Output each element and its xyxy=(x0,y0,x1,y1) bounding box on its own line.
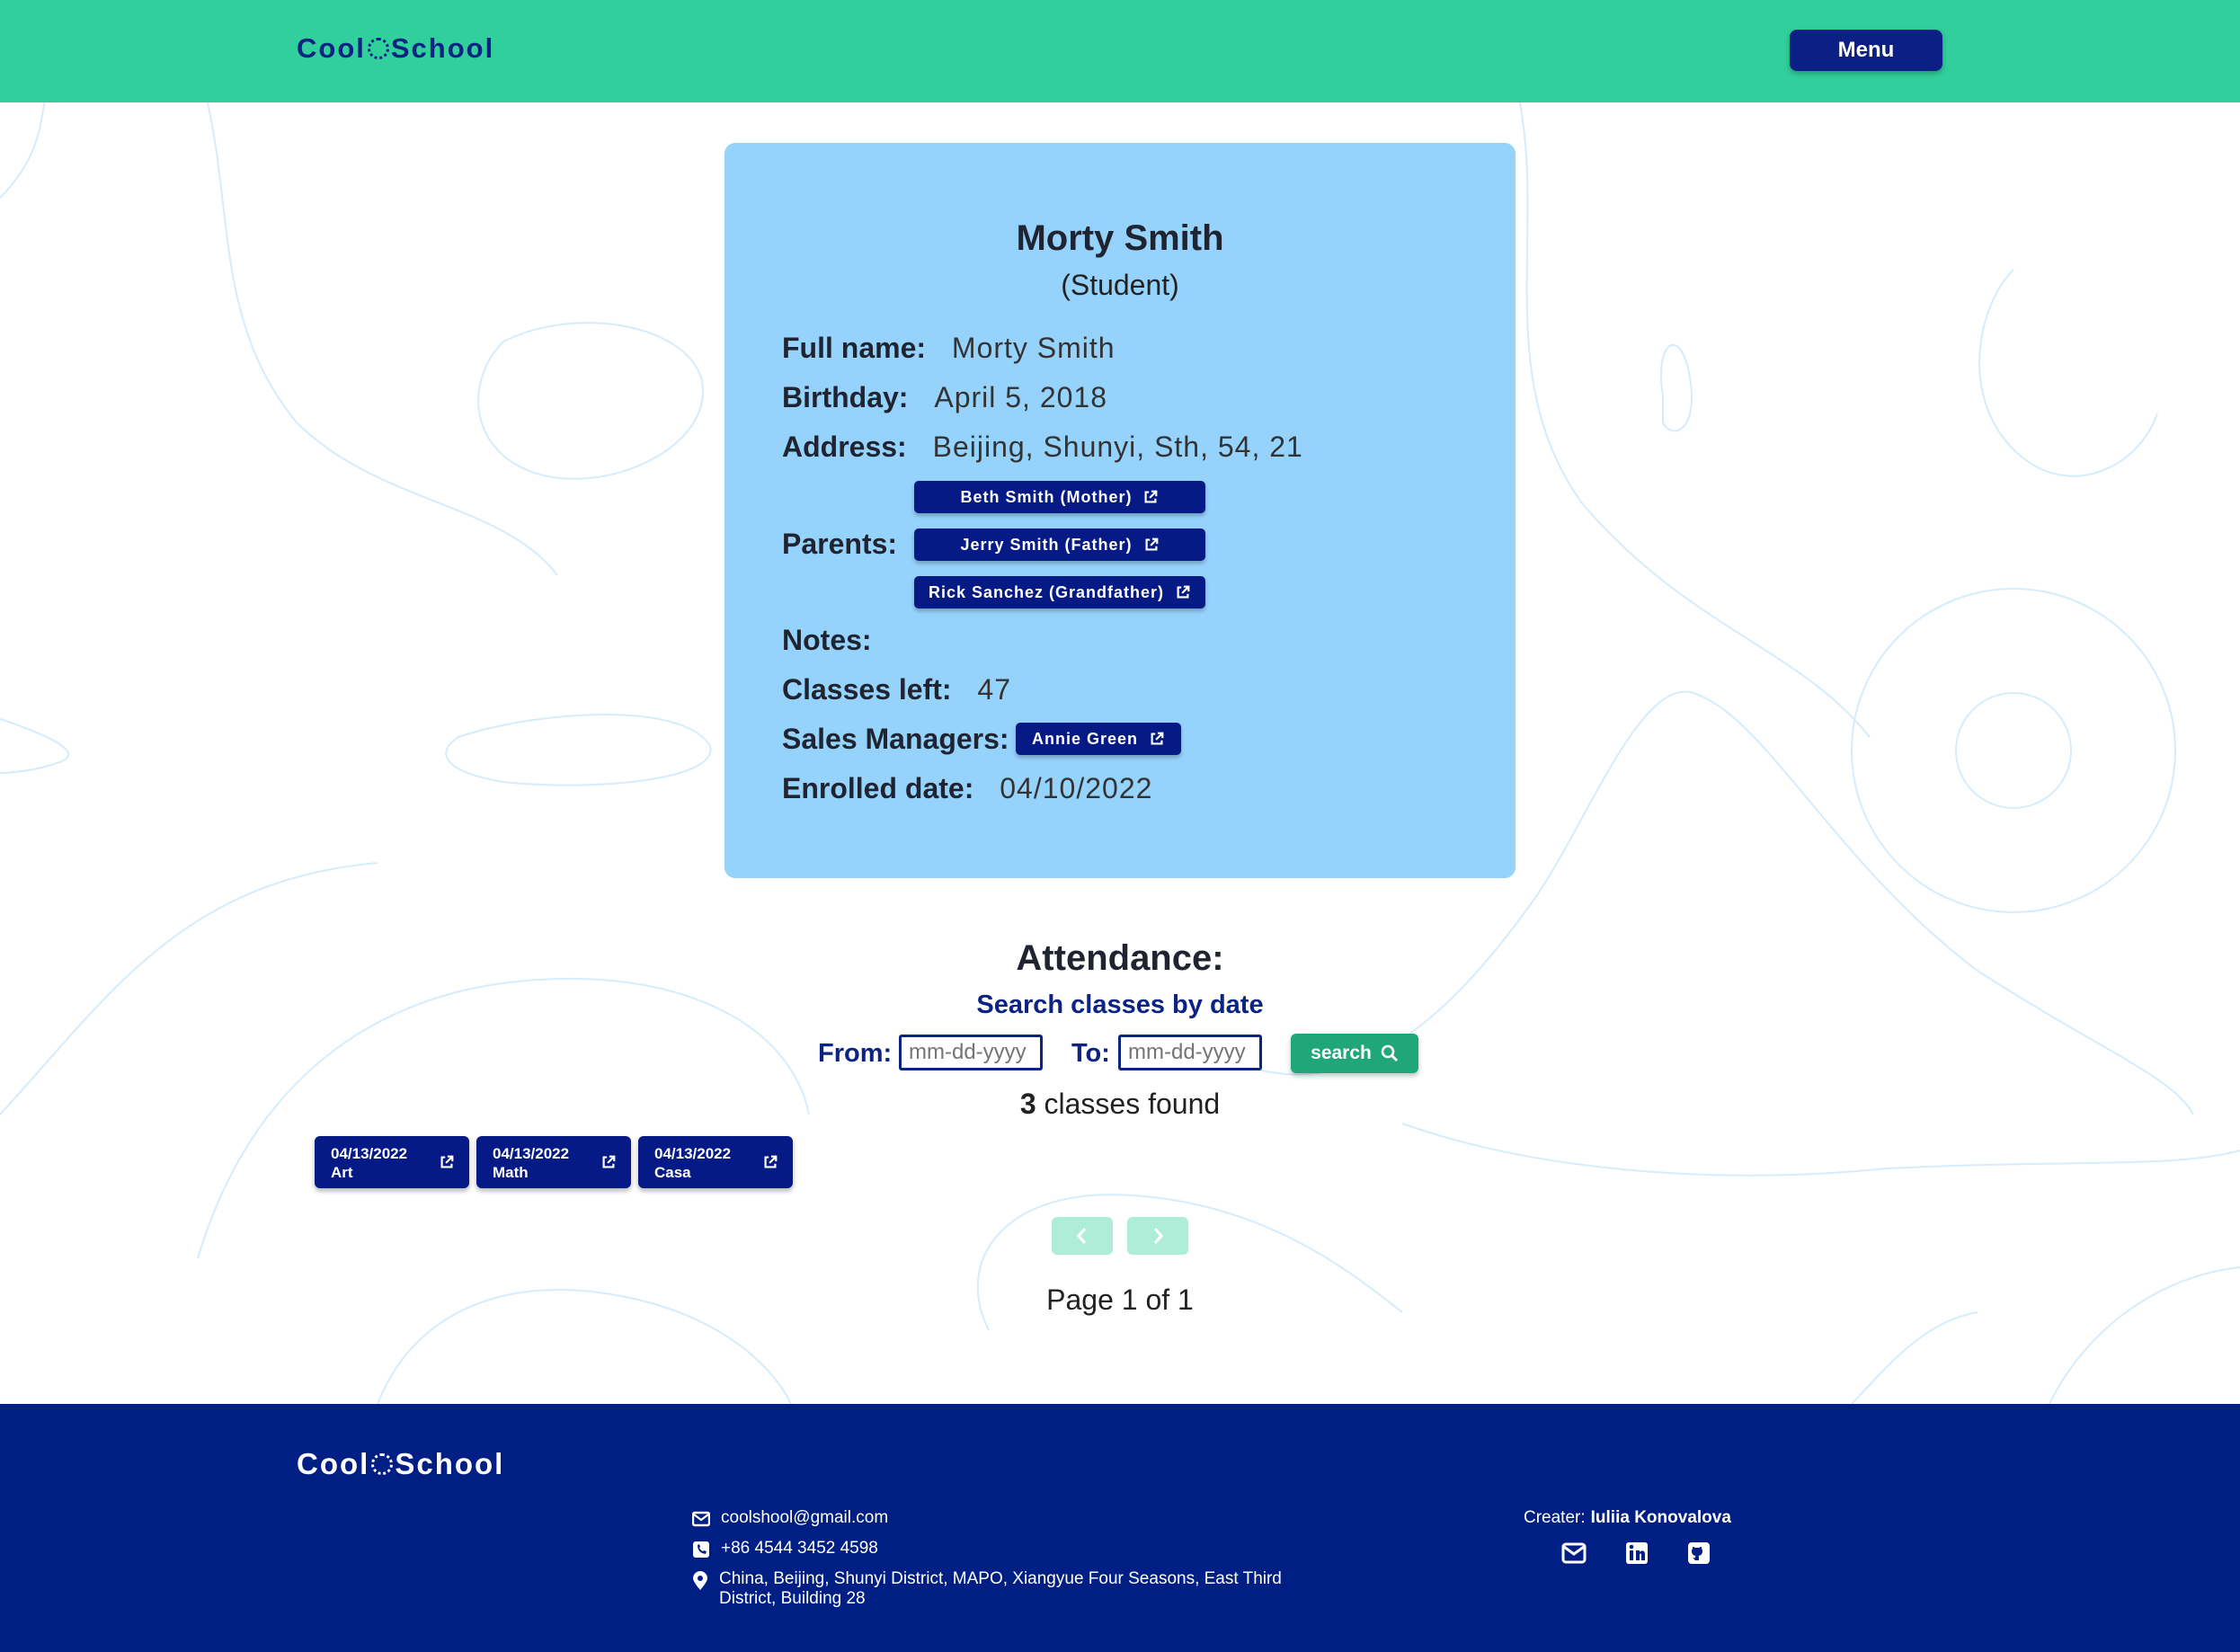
from-label: From: xyxy=(818,1039,893,1068)
external-link-icon xyxy=(764,1155,778,1168)
footer-address-line1: China, Beijing, Shunyi District, MAPO, X… xyxy=(719,1569,1282,1588)
creator-label: Creater: xyxy=(1524,1508,1586,1527)
envelope-icon[interactable] xyxy=(1561,1541,1587,1566)
site-footer: Cool School coolshool@gmail.com +86 4544… xyxy=(0,1404,2240,1652)
sales-managers-row: Sales Managers: xyxy=(782,723,1009,756)
enrolled-date-row: Enrolled date: 04/10/2022 xyxy=(782,772,1152,805)
class-subject: Art xyxy=(331,1164,353,1181)
logo-text-left: Cool xyxy=(297,1447,370,1480)
class-date: 04/13/2022 xyxy=(493,1145,570,1162)
footer-address-line2: District, Building 28 xyxy=(719,1589,866,1608)
notes-label: Notes: xyxy=(782,624,872,656)
map-pin-icon xyxy=(693,1571,707,1590)
next-page-button[interactable] xyxy=(1127,1217,1188,1255)
full-name-row: Full name: Morty Smith xyxy=(782,332,1116,365)
prev-page-button[interactable] xyxy=(1052,1217,1113,1255)
search-button-label: search xyxy=(1311,1043,1372,1063)
brand-logo[interactable]: Cool School xyxy=(297,32,494,65)
logo-text-left: Cool xyxy=(297,32,366,64)
logo-text-right: School xyxy=(390,32,495,64)
class-date: 04/13/2022 xyxy=(654,1145,732,1162)
footer-email[interactable]: coolshool@gmail.com xyxy=(692,1508,888,1528)
attendance-heading: Attendance: xyxy=(1016,938,1224,978)
from-date-input[interactable] xyxy=(899,1035,1043,1070)
parent-link-label: Beth Smith (Mother) xyxy=(960,487,1133,506)
external-link-icon xyxy=(1145,537,1158,551)
class-card-math[interactable]: 04/13/2022 Math xyxy=(476,1136,631,1188)
birthday-row: Birthday: April 5, 2018 xyxy=(782,381,1107,414)
classes-found-count: 3 xyxy=(1019,1088,1036,1120)
class-date: 04/13/2022 xyxy=(331,1145,408,1162)
notes-row: Notes: xyxy=(782,624,872,657)
profile-name-heading: Morty Smith xyxy=(1016,218,1224,258)
profile-role: (Student) xyxy=(1061,269,1179,301)
parent-link-father[interactable]: Jerry Smith (Father) xyxy=(914,528,1205,561)
enrolled-date-label: Enrolled date: xyxy=(782,772,974,804)
parent-link-mother[interactable]: Beth Smith (Mother) xyxy=(914,481,1205,513)
search-button[interactable]: search xyxy=(1291,1034,1418,1073)
top-navbar: Cool School Menu xyxy=(0,0,2240,102)
enrolled-date-value: 04/10/2022 xyxy=(1000,772,1153,804)
github-icon[interactable] xyxy=(1686,1541,1711,1566)
sales-manager-label: Annie Green xyxy=(1031,729,1139,748)
logo-ring-icon xyxy=(371,1453,394,1475)
parent-link-label: Jerry Smith (Father) xyxy=(960,535,1133,554)
sales-managers-label: Sales Managers: xyxy=(782,723,1009,755)
magnifier-icon xyxy=(1381,1044,1398,1062)
page-indicator: Page 1 of 1 xyxy=(1046,1283,1194,1316)
student-profile-card: Morty Smith (Student) Full name: Morty S… xyxy=(724,143,1516,878)
sales-manager-link[interactable]: Annie Green xyxy=(1016,723,1181,755)
address-row: Address: Beijing, Shunyi, Sth, 54, 21 xyxy=(782,431,1303,464)
creator-name: Iuliia Konovalova xyxy=(1590,1508,1731,1527)
footer-phone-text: +86 4544 3452 4598 xyxy=(721,1539,878,1558)
external-link-icon xyxy=(602,1155,616,1168)
footer-address: China, Beijing, Shunyi District, MAPO, X… xyxy=(692,1569,1282,1609)
to-date-input[interactable] xyxy=(1118,1035,1262,1070)
classes-left-value: 47 xyxy=(977,673,1012,706)
classes-found-text: 3 classes found xyxy=(0,1088,2240,1121)
logo-ring-icon xyxy=(367,38,389,59)
external-link-icon xyxy=(440,1155,454,1168)
footer-phone[interactable]: +86 4544 3452 4598 xyxy=(692,1539,878,1559)
address-value: Beijing, Shunyi, Sth, 54, 21 xyxy=(932,431,1303,463)
linkedin-icon[interactable] xyxy=(1624,1541,1649,1566)
full-name-label: Full name: xyxy=(782,332,927,364)
chevron-left-icon xyxy=(1076,1227,1087,1245)
envelope-icon xyxy=(692,1511,710,1527)
class-card-art[interactable]: 04/13/2022 Art xyxy=(315,1136,469,1188)
to-label: To: xyxy=(1071,1039,1110,1068)
class-subject: Math xyxy=(493,1164,529,1181)
logo-text-right: School xyxy=(395,1447,505,1480)
external-link-icon xyxy=(1151,732,1164,745)
address-label: Address: xyxy=(782,431,907,463)
parent-link-grandfather[interactable]: Rick Sanchez (Grandfather) xyxy=(914,576,1205,608)
external-link-icon xyxy=(1145,490,1158,503)
parents-label: Parents: xyxy=(782,528,898,560)
classes-left-row: Classes left: 47 xyxy=(782,673,1011,706)
search-by-date-heading: Search classes by date xyxy=(976,990,1264,1019)
parents-label-row: Parents: xyxy=(782,528,897,561)
birthday-label: Birthday: xyxy=(782,381,909,413)
classes-left-label: Classes left: xyxy=(782,673,952,706)
class-subject: Casa xyxy=(654,1164,691,1181)
footer-brand-logo[interactable]: Cool School xyxy=(297,1447,504,1481)
menu-button[interactable]: Menu xyxy=(1790,30,1942,71)
classes-found-suffix: classes found xyxy=(1036,1088,1221,1120)
footer-email-text: coolshool@gmail.com xyxy=(721,1508,889,1527)
phone-icon xyxy=(693,1541,709,1558)
chevron-right-icon xyxy=(1153,1227,1164,1245)
parent-link-label: Rick Sanchez (Grandfather) xyxy=(928,582,1165,601)
external-link-icon xyxy=(1177,585,1190,599)
footer-creator: Creater: Iuliia Konovalova xyxy=(1524,1508,1731,1528)
birthday-value: April 5, 2018 xyxy=(934,381,1108,413)
class-card-casa[interactable]: 04/13/2022 Casa xyxy=(638,1136,793,1188)
full-name-value: Morty Smith xyxy=(951,332,1116,364)
